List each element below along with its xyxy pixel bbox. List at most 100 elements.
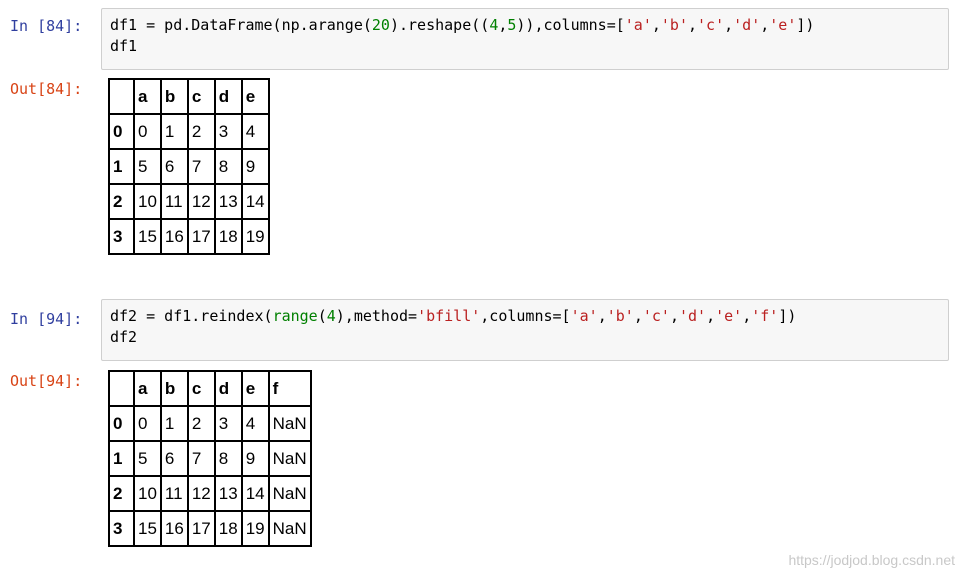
row-index: 1 bbox=[108, 440, 135, 477]
code-token: ]) bbox=[796, 16, 815, 34]
table-cell: 18 bbox=[213, 218, 243, 255]
table-cell: 10 bbox=[133, 475, 162, 512]
dataframe-table: abcdef 0 0 1 2 3 4 NaN 1 5 6 7 8 9 NaN 2 10 11 12 13 14 NaN 3… bbox=[108, 370, 312, 547]
table-cell: 9 bbox=[240, 148, 270, 185]
column-header: b bbox=[159, 370, 189, 407]
table-cell: NaN bbox=[267, 475, 312, 512]
table-cell: 12 bbox=[186, 475, 216, 512]
table-cell: 5 bbox=[133, 440, 162, 477]
row-index: 2 bbox=[108, 183, 135, 220]
table-row: 3 15 16 17 18 19 bbox=[108, 218, 270, 255]
code-token: , bbox=[706, 307, 716, 325]
column-header: e bbox=[240, 78, 270, 115]
code-token: 'bfill' bbox=[417, 307, 481, 325]
table-cell: NaN bbox=[267, 510, 312, 547]
input-prompt: In [84]: bbox=[10, 17, 83, 35]
code-token: , bbox=[597, 307, 607, 325]
code-token: 'd' bbox=[678, 307, 707, 325]
code-input-area[interactable]: df2 = df1.reindex(range(4),method='bfill… bbox=[101, 299, 949, 361]
code-token: , bbox=[688, 16, 698, 34]
table-cell: 0 bbox=[133, 405, 162, 442]
header-row: abcdef bbox=[108, 370, 312, 407]
code-token: ,columns=[ bbox=[480, 307, 571, 325]
table-cell: 19 bbox=[240, 218, 270, 255]
table-cell: 10 bbox=[133, 183, 162, 220]
table-cell: 9 bbox=[240, 440, 270, 477]
code-token: ),method= bbox=[335, 307, 418, 325]
column-header: b bbox=[159, 78, 189, 115]
column-header: e bbox=[240, 370, 270, 407]
output-prompt: Out[84]: bbox=[10, 80, 83, 98]
table-cell: NaN bbox=[267, 440, 312, 477]
code-token: df1 = pd.DataFrame(np.arange( bbox=[110, 16, 372, 34]
table-cell: 11 bbox=[159, 475, 189, 512]
code-token: 'b' bbox=[606, 307, 634, 325]
column-header: d bbox=[213, 78, 243, 115]
code-line: df2 bbox=[110, 328, 138, 346]
code-token: , bbox=[669, 307, 679, 325]
code-token: ).reshape(( bbox=[389, 16, 490, 34]
table-cell: 15 bbox=[133, 510, 162, 547]
table-cell: 7 bbox=[186, 440, 216, 477]
table-cell: 17 bbox=[186, 510, 216, 547]
table-cell: 0 bbox=[133, 113, 162, 150]
code-token: ]) bbox=[778, 307, 797, 325]
table-cell: 16 bbox=[159, 510, 189, 547]
code-token: , bbox=[742, 307, 752, 325]
code-token: ( bbox=[317, 307, 327, 325]
table-row: 3 15 16 17 18 19 NaN bbox=[108, 510, 312, 547]
table-cell: 14 bbox=[240, 183, 270, 220]
table-cell: NaN bbox=[267, 405, 312, 442]
code-token: 'e' bbox=[769, 16, 797, 34]
row-index: 2 bbox=[108, 475, 135, 512]
code-token: 'c' bbox=[697, 16, 725, 34]
code-token: df2 = df1.reindex( bbox=[110, 307, 273, 325]
code-token: , bbox=[724, 16, 734, 34]
code-input-area[interactable]: df1 = pd.DataFrame(np.arange(20).reshape… bbox=[101, 8, 949, 70]
table-cell: 6 bbox=[159, 440, 189, 477]
code-token: 4 bbox=[326, 307, 336, 325]
table-cell: 7 bbox=[186, 148, 216, 185]
index-header-cell bbox=[108, 370, 135, 407]
table-cell: 3 bbox=[213, 405, 243, 442]
index-header-cell bbox=[108, 78, 135, 115]
table-cell: 5 bbox=[133, 148, 162, 185]
code-token: , bbox=[651, 16, 661, 34]
table-row: 2 10 11 12 13 14 NaN bbox=[108, 475, 312, 512]
table-cell: 3 bbox=[213, 113, 243, 150]
input-prompt: In [94]: bbox=[10, 310, 83, 328]
table-cell: 13 bbox=[213, 475, 243, 512]
table-row: 001234 bbox=[108, 113, 270, 150]
table-cell: 2 bbox=[186, 113, 216, 150]
table-cell: 1 bbox=[159, 405, 189, 442]
table-cell: 19 bbox=[240, 510, 270, 547]
code-token: , bbox=[633, 307, 643, 325]
code-line: df1 bbox=[110, 37, 138, 55]
row-index: 1 bbox=[108, 148, 135, 185]
table-cell: 16 bbox=[159, 218, 189, 255]
table-cell: 15 bbox=[133, 218, 162, 255]
output-prompt: Out[94]: bbox=[10, 372, 83, 390]
table-cell: 17 bbox=[186, 218, 216, 255]
table-cell: 11 bbox=[159, 183, 189, 220]
watermark: https://jodjod.blog.csdn.net bbox=[788, 552, 955, 568]
code-token: 'a' bbox=[624, 16, 652, 34]
dataframe-table: abcde 0 0 1 2 3 4 1 5 6 7 8 9 2 10 11 12 13 14 3 15 16 17 18 19 bbox=[108, 78, 270, 255]
column-header: f bbox=[267, 370, 312, 407]
table-row: 0 0 1 2 3 4 NaN bbox=[108, 405, 312, 442]
column-header: a bbox=[133, 78, 162, 115]
table-cell: 8 bbox=[213, 440, 243, 477]
table-cell: 13 bbox=[213, 183, 243, 220]
table-row: 2 10 11 12 13 14 bbox=[108, 183, 270, 220]
row-index: 3 bbox=[108, 510, 135, 547]
table-row: 1 5 6 7 8 9 NaN bbox=[108, 440, 312, 477]
code-token: range bbox=[272, 307, 318, 325]
table-row: 156789 bbox=[108, 148, 270, 185]
table-cell: 8 bbox=[213, 148, 243, 185]
table-cell: 18 bbox=[213, 510, 243, 547]
code-line: df2 = df1.reindex(range(4),method='bfill… bbox=[110, 306, 940, 327]
code-token: 'c' bbox=[642, 307, 670, 325]
table-cell: 6 bbox=[159, 148, 189, 185]
row-index: 0 bbox=[108, 113, 135, 150]
table-cell: 12 bbox=[186, 183, 216, 220]
